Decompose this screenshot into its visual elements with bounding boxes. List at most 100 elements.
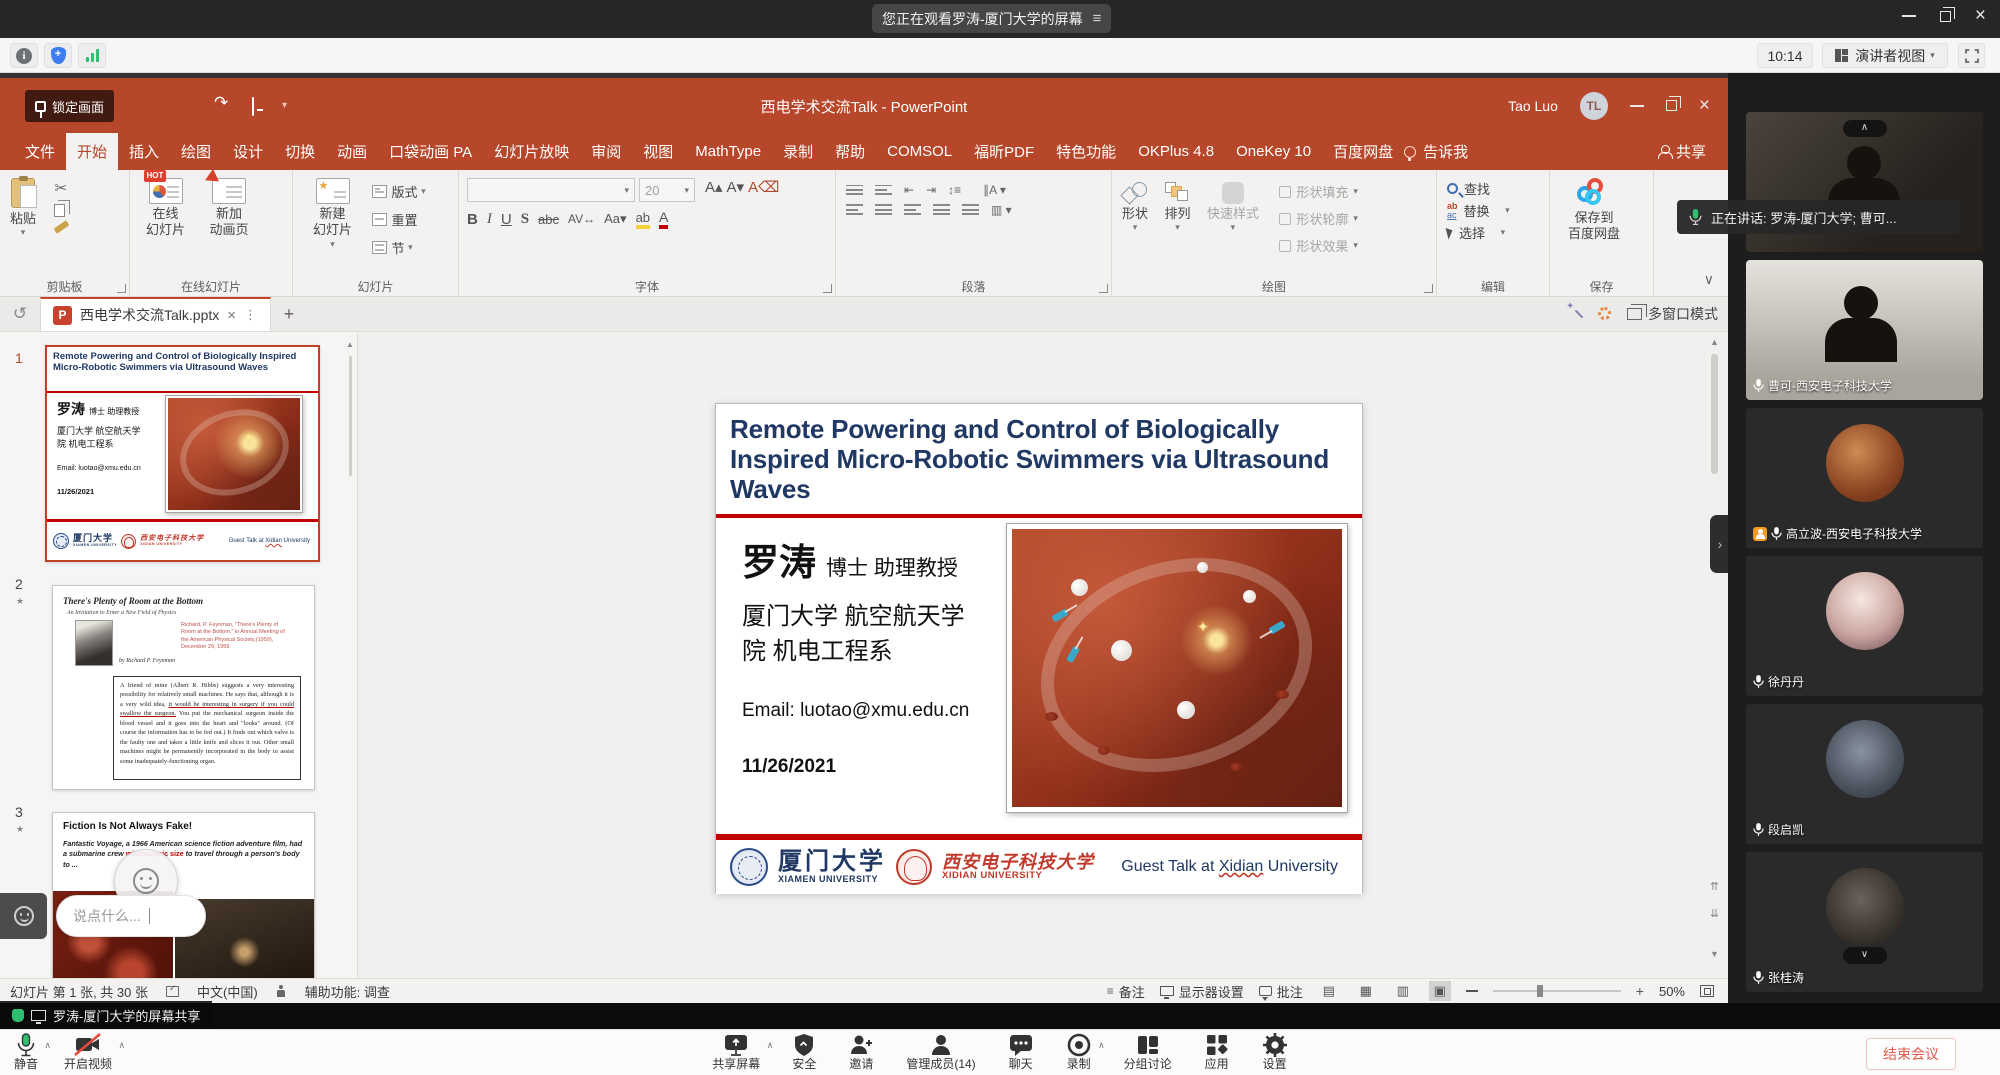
find-button[interactable]: 查找 [1447,179,1545,198]
slide-1-main[interactable]: Remote Powering and Control of Biologica… [715,403,1363,893]
format-painter-icon[interactable] [54,220,70,234]
slide-sorter-view-icon[interactable]: ▦ [1355,981,1377,1001]
participant-video-tile[interactable]: 曹可-西安电子科技大学 [1746,260,1983,400]
canvas-scrollbar[interactable]: ▲ ⇈ ⇊ ▼ [1706,334,1723,976]
tab-more-icon[interactable]: ⋮ [244,307,258,323]
underline-icon[interactable]: U [501,211,512,228]
chevron-up-icon[interactable]: ∧ [1098,1040,1105,1050]
close-icon[interactable]: × [1975,9,1986,23]
emoji-dock-button[interactable] [0,893,47,939]
minimize-icon[interactable] [1902,15,1916,17]
font-name-combo[interactable]: ▾ [467,178,635,202]
paste-button[interactable]: 粘贴▾ [4,176,42,241]
menu-baidu-netdisk[interactable]: 百度网盘 [1322,133,1404,170]
replace-button[interactable]: abac替换 ▾ [1447,201,1545,220]
save-to-baidu-button[interactable]: 保存到 百度网盘 [1562,176,1626,245]
menu-onekey[interactable]: OneKey 10 [1225,133,1322,170]
decrease-indent-icon[interactable]: ⇤ [904,183,914,197]
menu-review[interactable]: 审阅 [580,133,632,170]
chat-button[interactable]: 聊天 [1008,1032,1034,1072]
shapes-button[interactable]: 形状▾ [1116,180,1154,236]
display-settings-button[interactable]: 显示器设置 [1160,982,1244,1001]
italic-icon[interactable]: I [487,211,492,228]
magic-wand-icon[interactable] [1568,307,1582,321]
collapse-ribbon-icon[interactable]: ∨ [1704,271,1714,288]
avatar[interactable]: TL [1580,92,1608,120]
cut-icon[interactable]: ✂ [54,179,69,197]
menu-okplus[interactable]: OKPlus 4.8 [1127,133,1225,170]
menu-insert[interactable]: 插入 [118,133,170,170]
document-tab[interactable]: P 西电学术交流Talk.pptx × ⋮ [40,297,271,331]
menu-draw[interactable]: 绘图 [170,133,222,170]
spellcheck-icon[interactable] [166,986,179,997]
view-mode-selector[interactable]: 演讲者视图 ▾ [1822,43,1948,68]
grow-font-icon[interactable]: A▴ [705,178,723,202]
menu-design[interactable]: 设计 [222,133,274,170]
quick-chat-input[interactable]: 说点什么... [56,895,206,937]
numbering-icon[interactable] [875,182,892,198]
language-status[interactable]: 中文(中国) [197,982,258,1001]
slideshow-view-icon[interactable]: ▣ [1429,981,1451,1001]
menu-view[interactable]: 视图 [632,133,684,170]
multi-window-button[interactable]: 多窗口模式 [1627,304,1718,324]
security-button[interactable]: 安全 [792,1032,816,1072]
menu-special-features[interactable]: 特色功能 [1045,133,1127,170]
align-left-icon[interactable] [846,202,863,218]
highlight-icon[interactable]: ab [636,210,650,229]
reset-button[interactable]: 重置 [372,210,425,229]
network-quality-button[interactable] [78,43,106,68]
participant-video-tile[interactable]: 段启凯 [1746,704,1983,844]
drawing-dialog-launcher[interactable] [1424,284,1433,293]
plugin-flower-icon[interactable] [1598,307,1611,320]
collapse-videos-icon[interactable]: ∧ [1843,120,1887,137]
line-spacing-icon[interactable]: ↕≡ [948,183,961,197]
share-screen-button[interactable]: 共享屏幕 ∧ [712,1032,760,1072]
slide-2-thumbnail[interactable]: There's Plenty of Room at the Bottom An … [52,585,315,790]
previous-slide-icon[interactable]: ⇈ [1706,879,1723,896]
menu-transitions[interactable]: 切换 [274,133,326,170]
font-size-combo[interactable]: 20▾ [639,178,695,202]
tab-close-icon[interactable]: × [227,307,236,324]
shape-fill-button[interactable]: 形状填充▾ [1279,182,1358,201]
reading-view-icon[interactable]: ▥ [1392,981,1414,1001]
normal-view-icon[interactable]: ▤ [1318,981,1340,1001]
fullscreen-button[interactable] [1958,43,1985,68]
meeting-info-button[interactable]: i [10,43,38,68]
zoom-level[interactable]: 50% [1659,984,1685,999]
menu-help[interactable]: 帮助 [824,133,876,170]
change-case-icon[interactable]: Aa▾ [604,211,626,227]
new-slide-button[interactable]: ★ 新建 幻灯片▾ [307,176,358,252]
participant-video-tile[interactable]: 徐丹丹 [1746,556,1983,696]
ppt-minimize-icon[interactable] [1630,105,1644,107]
meeting-security-button[interactable]: + [44,43,72,68]
zoom-in-icon[interactable]: + [1636,983,1644,999]
copy-icon[interactable] [54,204,65,217]
banner-menu-icon[interactable]: ≡ [1093,10,1102,27]
select-button[interactable]: 选择 ▾ [1447,223,1545,242]
comments-button[interactable]: 批注 [1259,982,1303,1001]
menu-animations[interactable]: 动画 [326,133,378,170]
bullets-icon[interactable] [846,182,863,198]
invite-button[interactable]: 邀请 [848,1032,874,1072]
text-direction-icon[interactable]: ∥A ▾ [983,183,1006,197]
increase-indent-icon[interactable]: ⇥ [926,183,936,197]
new-animation-page-button[interactable]: 新加 动画页 [203,176,254,241]
zoom-out-icon[interactable] [1466,990,1478,992]
ppt-restore-icon[interactable] [1666,100,1677,111]
participant-video-tile[interactable]: 高立波-西安电子科技大学 [1746,408,1983,548]
notes-button[interactable]: ≡备注 [1107,982,1145,1001]
bold-icon[interactable]: B [467,211,478,228]
quick-styles-button[interactable]: 快速样式▾ [1201,180,1265,236]
font-dialog-launcher[interactable] [823,284,832,293]
new-tab-icon[interactable]: + [271,297,307,331]
menu-foxit-pdf[interactable]: 福昕PDF [963,133,1045,170]
menu-record[interactable]: 录制 [772,133,824,170]
thumbnail-scrollbar[interactable]: ▲ [346,340,355,970]
strikethrough-icon[interactable]: abc [538,212,559,227]
menu-mathtype[interactable]: MathType [684,133,772,170]
layout-button[interactable]: 版式 ▾ [372,182,425,201]
columns-icon[interactable]: ▥ ▾ [991,203,1012,217]
apps-button[interactable]: 应用 [1204,1032,1230,1072]
next-slide-icon[interactable]: ⇊ [1706,906,1723,923]
menu-file[interactable]: 文件 [14,133,66,170]
